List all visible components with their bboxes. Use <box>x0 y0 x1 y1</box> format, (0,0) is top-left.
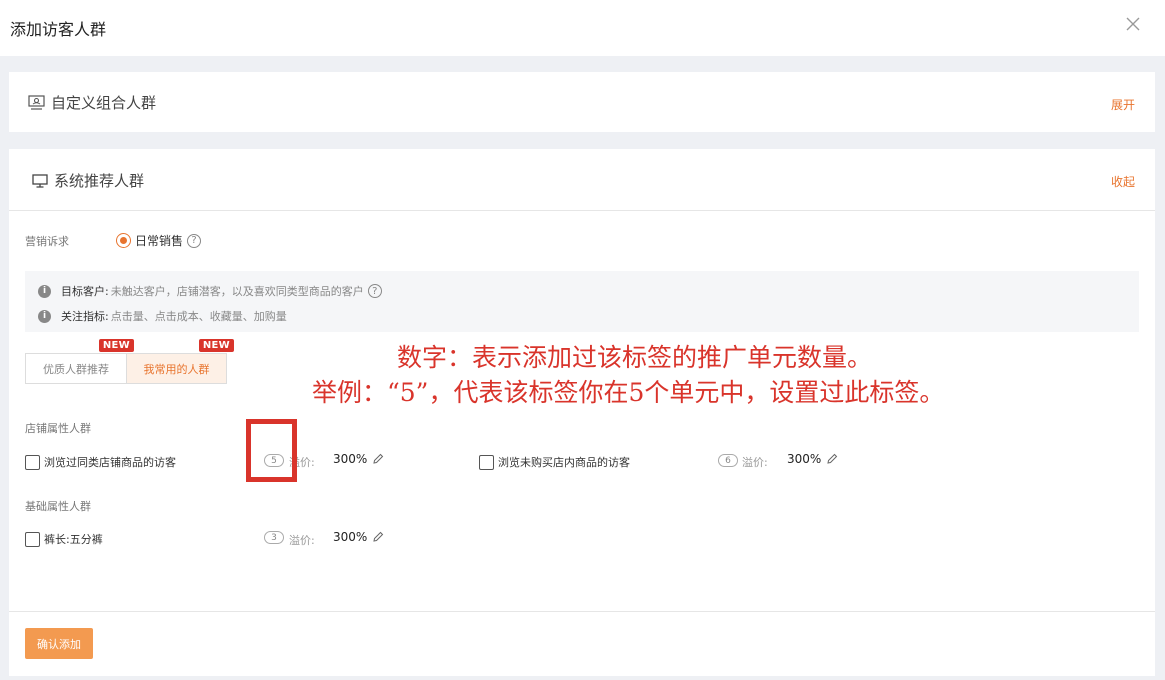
premium-value-text: 300% <box>787 452 822 466</box>
store-attr-heading: 店铺属性人群 <box>25 422 91 435</box>
crowd-item-label: 裤长:五分裤 <box>44 533 103 546</box>
target-customer-row: i 目标客户: 未触达客户，店铺潜客，以及喜欢同类型商品的客户 ? <box>38 283 382 299</box>
premium-value: 300% <box>333 452 384 466</box>
custom-group-icon <box>28 95 45 110</box>
help-icon[interactable]: ? <box>187 233 202 248</box>
annotation-highlight-box <box>246 419 297 482</box>
radio-selected-icon[interactable] <box>116 233 131 248</box>
dialog-header: 添加访客人群 <box>0 0 1165 56</box>
info-box: i 目标客户: 未触达客户，店铺潜客，以及喜欢同类型商品的客户 ? i 关注指标… <box>25 271 1139 332</box>
edit-pencil-icon[interactable] <box>826 453 838 465</box>
footer-divider <box>9 611 1155 612</box>
system-group-card: 系统推荐人群 收起 营销诉求 日常销售 ? i 目标客户: 未触达客户，店铺潜客… <box>9 149 1155 676</box>
info-icon: i <box>38 284 51 298</box>
edit-pencil-icon[interactable] <box>372 453 384 465</box>
crowd-item-label: 浏览过同类店铺商品的访客 <box>44 456 176 469</box>
checkbox[interactable] <box>25 531 40 547</box>
system-group-header: 系统推荐人群 <box>32 170 144 191</box>
system-group-title: 系统推荐人群 <box>54 172 145 190</box>
monitor-icon <box>32 173 48 188</box>
custom-group-title: 自定义组合人群 <box>51 94 157 112</box>
tab-my-frequent[interactable]: 我常用的人群 NEW <box>126 339 234 383</box>
metric-key: 关注指标: <box>61 310 109 323</box>
crowd-tabs: 优质人群推荐 NEW 我常用的人群 NEW <box>25 339 234 384</box>
info-icon: i <box>38 309 51 323</box>
target-customer-value: 未触达客户，店铺潜客，以及喜欢同类型商品的客户 <box>110 285 364 298</box>
confirm-add-button[interactable]: 确认添加 <box>25 628 93 659</box>
tab-quality-recommend[interactable]: 优质人群推荐 NEW <box>26 339 134 383</box>
premium-value-text: 300% <box>333 530 368 544</box>
edit-pencil-icon[interactable] <box>372 531 384 543</box>
new-badge: NEW <box>98 339 134 352</box>
dialog-title: 添加访客人群 <box>10 20 107 39</box>
basic-attr-heading: 基础属性人群 <box>25 500 91 513</box>
checkbox[interactable] <box>479 454 494 470</box>
custom-group-card: 自定义组合人群 展开 <box>9 72 1155 132</box>
target-customer-key: 目标客户: <box>61 285 109 298</box>
premium-value: 300% <box>333 530 384 544</box>
close-icon[interactable] <box>1123 14 1143 34</box>
premium-value-text: 300% <box>333 452 368 466</box>
metric-row: i 关注指标: 点击量、点击成本、收藏量、加购量 <box>38 308 287 324</box>
crowd-item-pants-length[interactable]: 裤长:五分裤 <box>25 531 103 547</box>
expand-link[interactable]: 展开 <box>1111 96 1135 113</box>
target-help-icon[interactable]: ? <box>367 284 382 298</box>
annotation-line-1: 数字：表示添加过该标签的推广单元数量。 <box>397 343 873 372</box>
premium-label: 溢价: <box>742 456 768 469</box>
custom-group-header: 自定义组合人群 <box>28 92 156 113</box>
metric-value: 点击量、点击成本、收藏量、加购量 <box>110 310 287 323</box>
crowd-item-label: 浏览未购买店内商品的访客 <box>498 456 630 469</box>
header-divider <box>9 210 1155 211</box>
tab-frequent-label: 我常用的人群 <box>143 362 210 376</box>
premium-label: 溢价: <box>289 534 315 547</box>
tab-quality-label: 优质人群推荐 <box>43 362 109 376</box>
collapse-link[interactable]: 收起 <box>1111 173 1135 190</box>
unit-count-badge: 6 <box>718 454 738 467</box>
crowd-item-viewed-not-bought[interactable]: 浏览未购买店内商品的访客 <box>479 454 630 470</box>
daily-sales-radio[interactable]: 日常销售 ? <box>116 232 202 249</box>
crowd-item-similar-store[interactable]: 浏览过同类店铺商品的访客 <box>25 454 176 470</box>
annotation-line-2: 举例：“5”，代表该标签你在5个单元中，设置过此标签。 <box>312 378 945 407</box>
new-badge: NEW <box>198 339 234 352</box>
premium-value: 300% <box>787 452 838 466</box>
marketing-label: 营销诉求 <box>25 235 69 248</box>
unit-count-badge: 3 <box>264 531 284 544</box>
daily-sales-label: 日常销售 <box>135 234 184 248</box>
checkbox[interactable] <box>25 454 40 470</box>
